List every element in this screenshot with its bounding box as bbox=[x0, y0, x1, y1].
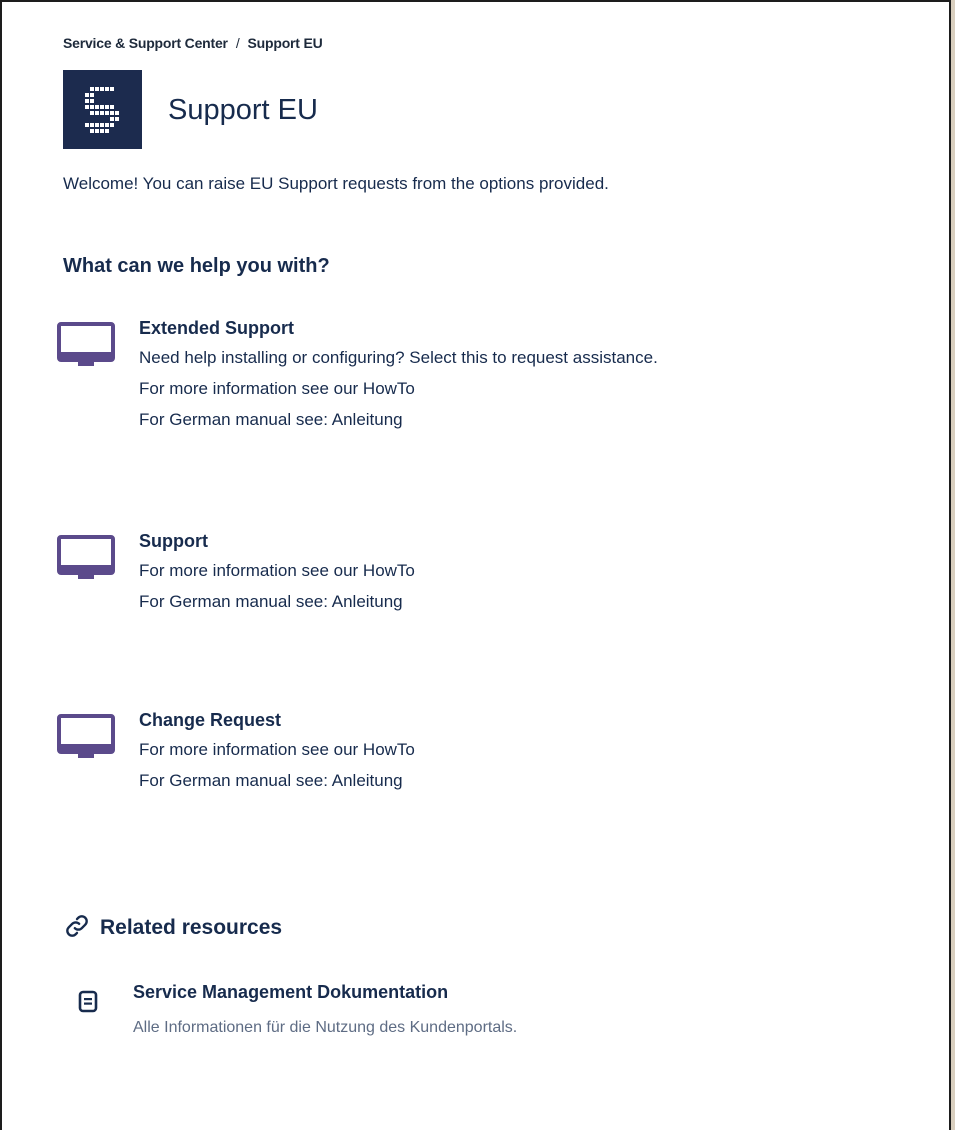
resource-description: Alle Informationen für die Nutzung des K… bbox=[133, 1019, 518, 1036]
document-icon bbox=[78, 990, 98, 1013]
portal-page: Service & Support Center / Support EU Supp… bbox=[0, 0, 951, 1130]
request-type-title: Extended Support bbox=[139, 318, 295, 338]
related-resources-label: Related resources bbox=[100, 916, 283, 939]
howto-link-text[interactable]: For more information see our HowTo bbox=[139, 740, 415, 760]
help-heading: What can we help you with? bbox=[63, 255, 330, 277]
resource-title[interactable]: Service Management Dokumentation bbox=[133, 982, 448, 1003]
page-title: Support EU bbox=[168, 94, 318, 126]
howto-link-text[interactable]: For more information see our HowTo bbox=[139, 561, 415, 581]
monitor-icon bbox=[57, 322, 115, 366]
anleitung-link-text[interactable]: For German manual see: Anleitung bbox=[139, 410, 658, 430]
request-type-title: Support bbox=[139, 531, 208, 551]
welcome-message: Welcome! You can raise EU Support reques… bbox=[63, 174, 609, 193]
breadcrumb: Service & Support Center / Support EU bbox=[63, 35, 323, 51]
anleitung-link-text[interactable]: For German manual see: Anleitung bbox=[139, 592, 415, 612]
breadcrumb-current-link[interactable]: Support EU bbox=[248, 35, 323, 51]
portal-logo bbox=[63, 70, 142, 149]
anleitung-link-text[interactable]: For German manual see: Anleitung bbox=[139, 771, 415, 791]
monitor-icon bbox=[57, 535, 115, 579]
howto-link-text[interactable]: For more information see our HowTo bbox=[139, 379, 658, 399]
link-icon bbox=[66, 915, 88, 937]
request-type-description: Need help installing or configuring? Sel… bbox=[139, 348, 658, 367]
monitor-icon bbox=[57, 714, 115, 758]
breadcrumb-root-link[interactable]: Service & Support Center bbox=[63, 35, 228, 51]
related-resources-heading: Related resources bbox=[64, 913, 282, 940]
request-type-title: Change Request bbox=[139, 710, 282, 730]
breadcrumb-separator: / bbox=[235, 35, 240, 51]
